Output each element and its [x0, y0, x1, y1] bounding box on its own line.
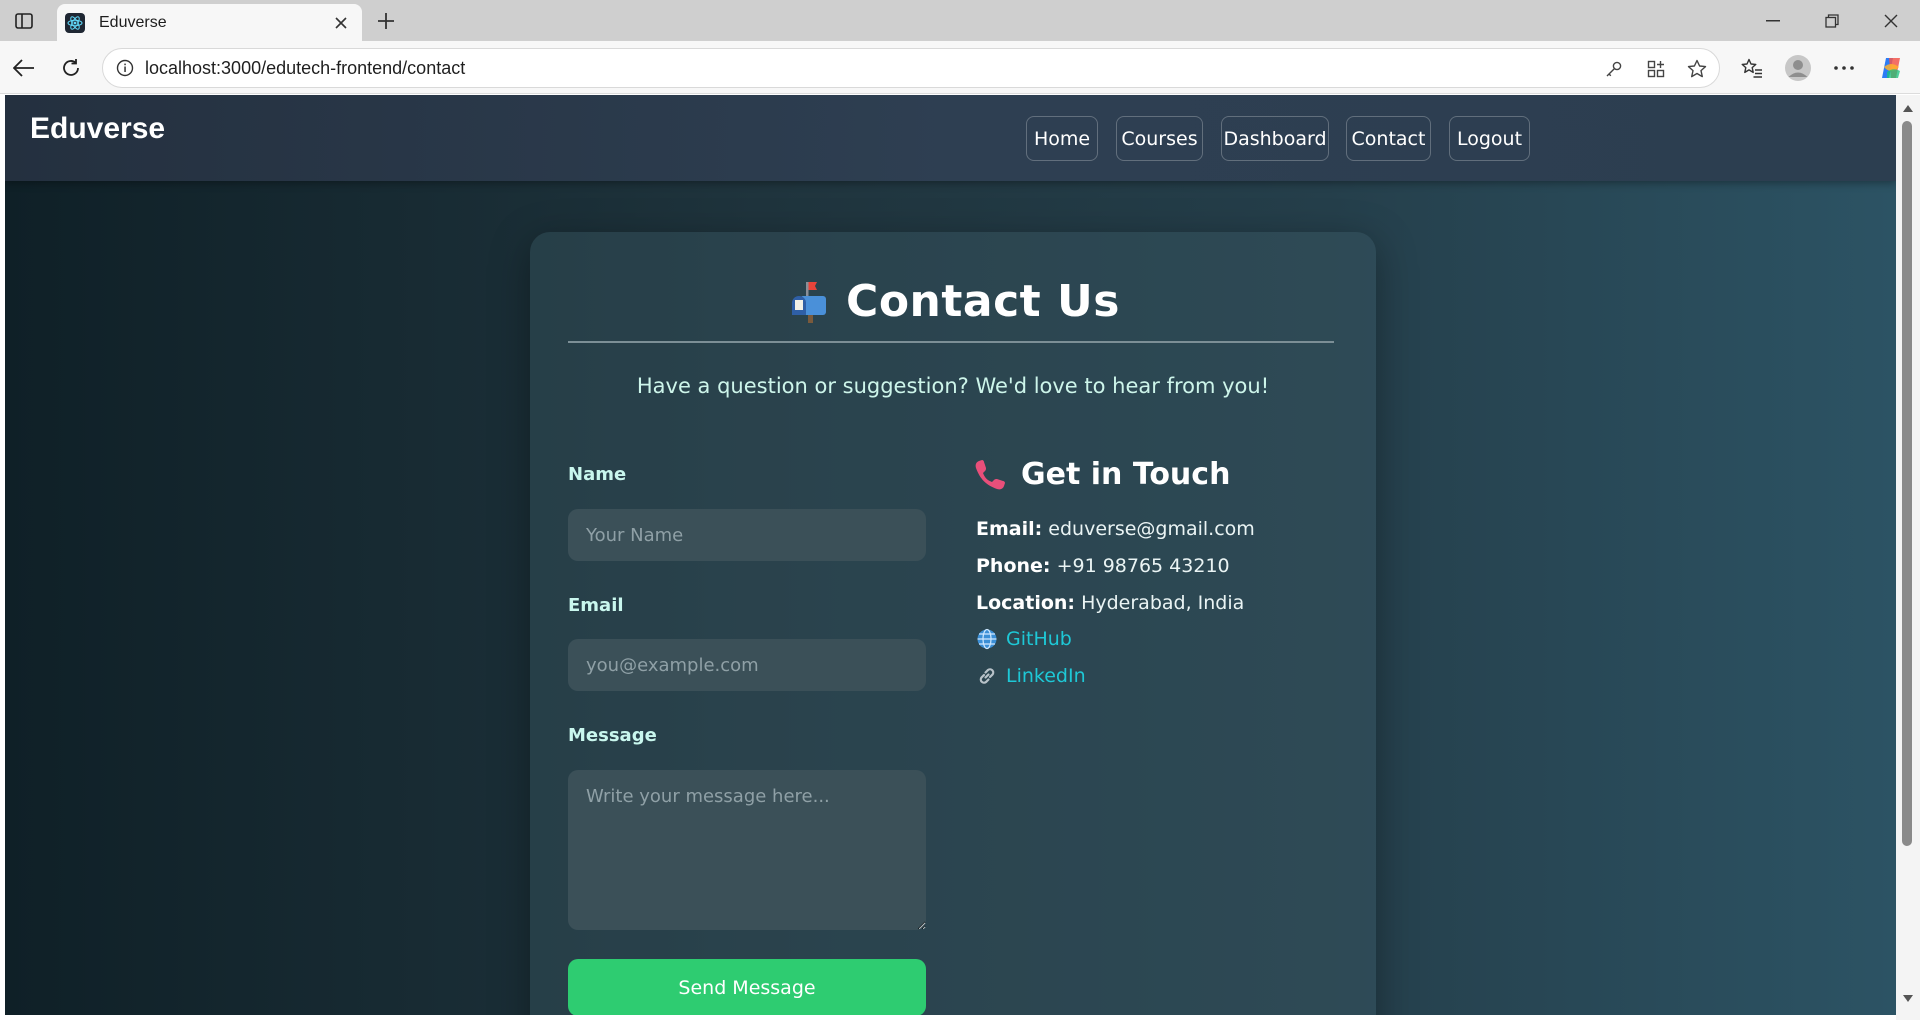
back-arrow-icon[interactable] [9, 53, 39, 83]
profile-avatar-icon[interactable] [1783, 53, 1813, 83]
contact-phone-line: Phone: +91 98765 43210 [976, 555, 1230, 577]
key-icon[interactable] [1602, 57, 1626, 81]
site-info-icon[interactable] [115, 58, 135, 78]
phone-info-label: Phone: [976, 555, 1051, 577]
restore-icon[interactable] [1818, 8, 1846, 34]
link-icon [979, 668, 995, 684]
mailbox-icon [792, 281, 827, 323]
title-divider [568, 341, 1334, 343]
browser-toolbar: localhost:3000/edutech-frontend/contact [0, 41, 1920, 94]
contact-title-row: Contact Us [530, 276, 1376, 327]
location-info-value: Hyderabad, India [1081, 592, 1245, 614]
apps-icon[interactable] [1644, 57, 1668, 81]
close-tab-icon[interactable] [330, 12, 352, 34]
address-bar[interactable]: localhost:3000/edutech-frontend/contact [102, 48, 1720, 88]
email-input[interactable] [568, 639, 926, 691]
github-link-row[interactable]: GitHub [976, 628, 1072, 650]
browser-tab[interactable]: Eduverse [57, 4, 362, 41]
scrollbar-thumb[interactable] [1902, 121, 1912, 846]
get-in-touch-heading: Get in Touch [973, 457, 1230, 492]
name-label: Name [568, 464, 627, 485]
contact-card: Contact Us Have a question or suggestion… [530, 232, 1376, 1015]
close-window-icon[interactable] [1877, 8, 1905, 34]
contact-location-line: Location: Hyderabad, India [976, 592, 1244, 614]
linkedin-link-row[interactable]: LinkedIn [976, 665, 1086, 687]
message-textarea[interactable] [568, 770, 926, 930]
linkedin-link[interactable]: LinkedIn [1006, 665, 1086, 687]
page-subtitle: Have a question or suggestion? We'd love… [636, 374, 1270, 398]
url-text[interactable]: localhost:3000/edutech-frontend/contact [145, 58, 465, 79]
react-logo-icon [65, 12, 85, 33]
name-input[interactable] [568, 509, 926, 561]
globe-icon [977, 628, 997, 650]
browser-tab-bar: Eduverse [0, 0, 1920, 41]
copilot-icon[interactable] [1876, 53, 1906, 83]
site-brand-logo[interactable]: Eduverse [30, 112, 165, 146]
phone-icon [975, 459, 1005, 489]
phone-info-value: +91 98765 43210 [1056, 555, 1230, 577]
reload-icon[interactable] [56, 53, 86, 83]
email-label: Email [568, 595, 624, 616]
site-navbar: Eduverse Home Courses Dashboard Contact … [5, 95, 1896, 181]
email-info-value: eduverse@gmail.com [1048, 518, 1255, 540]
star-icon[interactable] [1685, 57, 1709, 81]
message-label: Message [568, 725, 657, 746]
page-scrollbar[interactable] [1896, 95, 1920, 1020]
nav-home-link[interactable]: Home [1026, 116, 1098, 161]
page-viewport: Eduverse Home Courses Dashboard Contact … [5, 95, 1896, 1015]
new-tab-icon[interactable] [372, 7, 400, 35]
email-info-label: Email: [976, 518, 1043, 540]
contact-email-line: Email: eduverse@gmail.com [976, 518, 1255, 540]
tab-title: Eduverse [99, 13, 167, 31]
location-info-label: Location: [976, 592, 1076, 614]
minimize-icon[interactable] [1759, 8, 1787, 34]
page-title: Contact Us [846, 276, 1120, 327]
favorites-icon[interactable] [1737, 53, 1767, 83]
sidebar-toggle-icon[interactable] [12, 9, 36, 33]
nav-contact-link[interactable]: Contact [1346, 116, 1431, 161]
nav-logout-link[interactable]: Logout [1449, 116, 1530, 161]
scroll-down-arrow-icon[interactable] [1902, 993, 1914, 1003]
github-link[interactable]: GitHub [1006, 628, 1072, 650]
get-in-touch-title: Get in Touch [1021, 457, 1231, 492]
more-options-icon[interactable] [1829, 53, 1859, 83]
nav-courses-link[interactable]: Courses [1116, 116, 1203, 161]
send-message-button[interactable]: Send Message [568, 959, 926, 1015]
nav-dashboard-link[interactable]: Dashboard [1221, 116, 1329, 161]
scroll-up-arrow-icon[interactable] [1902, 103, 1914, 113]
